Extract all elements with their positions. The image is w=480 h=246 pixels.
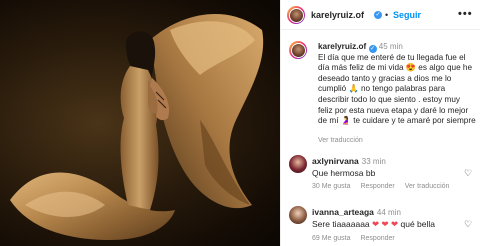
caption-avatar[interactable] [289,41,307,59]
caption-body: El día que me enteré de tu llegada fue e… [318,52,476,126]
post-image-illustration [10,13,264,240]
comments-panel: karelyruiz.of ✓ • Seguir ••• karelyruiz.… [280,0,480,246]
red-heart-emoji-icon: ❤ ❤ ❤ [372,219,399,229]
caption-verified-badge-icon: ✓ [368,45,377,53]
comment-reply-button[interactable]: Responder [360,235,394,242]
comment-translate-link[interactable]: Ver traducción [405,183,450,190]
verified-badge-icon: ✓ [374,11,382,19]
comment-text: Sere tiaaaaaaa ❤ ❤ ❤ qué bella [312,219,436,229]
comment-meta: 69 Me gusta Responder [312,235,403,242]
comment-username[interactable]: axlynirvana 33 min [312,156,386,166]
heart-icon[interactable]: ♡ [464,220,473,229]
comment-meta: 30 Me gusta Responder Ver traducción [312,183,457,190]
heart-icon[interactable]: ♡ [464,169,473,178]
caption-username[interactable]: karelyruiz.of [318,42,366,51]
caption-time: 45 min [378,42,403,51]
post-header: karelyruiz.of ✓ • Seguir ••• [281,0,480,30]
comment-avatar[interactable] [289,206,307,224]
caption-translate-link[interactable]: Ver traducción [318,137,363,144]
more-options-icon[interactable]: ••• [458,8,473,20]
comment-username[interactable]: ivanna_arteaga 44 min [312,207,401,217]
post-caption: karelyruiz.of ✓ 45 min El día que me ent… [318,42,476,127]
comment-avatar[interactable] [289,155,307,173]
separator-dot: • [385,10,389,20]
comment-likes-count[interactable]: 30 Me gusta [312,183,351,190]
follow-button[interactable]: Seguir [393,10,421,20]
post-photo[interactable] [0,0,280,246]
comment-likes-count[interactable]: 69 Me gusta [312,235,351,242]
author-username[interactable]: karelyruiz.of [311,10,364,20]
comment-reply-button[interactable]: Responder [360,183,394,190]
author-avatar[interactable] [287,6,305,24]
comment-text: Que hermosa bb [312,168,376,178]
